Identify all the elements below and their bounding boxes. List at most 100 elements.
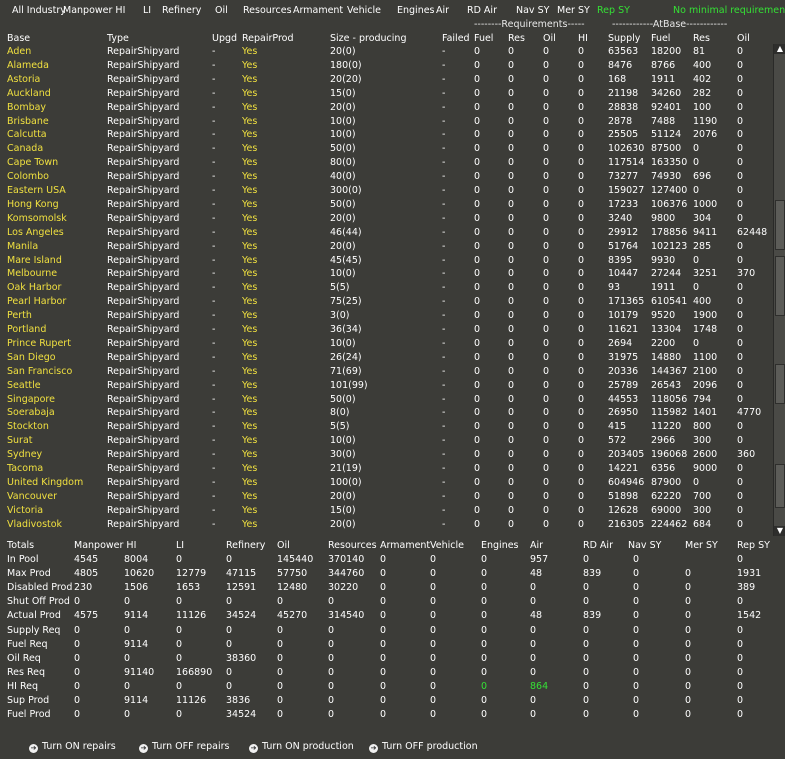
scrollbar-thumb[interactable] [775,364,785,404]
cell-base-name[interactable]: Vancouver [7,491,57,502]
cell-base-name[interactable]: Sydney [7,449,42,460]
cell-base-name[interactable]: Cape Town [7,157,58,168]
tab-oil[interactable]: Oil [215,5,228,16]
table-row[interactable]: Oak Harbor RepairShipyard - Yes 5(5) - 0 0 0 0 93 1… [0,282,772,296]
table-row[interactable]: Soerabaja RepairShipyard - Yes 8(0) - 0 0 0 0 2695… [0,407,772,421]
table-row[interactable]: United Kingdom RepairShipyard - Yes 100(0) - 0… [0,477,772,491]
tab-armament[interactable]: Armament [293,5,343,16]
table-row[interactable]: Eastern USA RepairShipyard - Yes 300(0) - 0 0 0 0… [0,185,772,199]
table-row[interactable]: Surat RepairShipyard - Yes 10(0) - 0 0 0 0 572 2966… [0,435,772,449]
column-header-failed[interactable]: Failed [442,33,470,44]
scrollbar-thumb[interactable] [775,200,785,250]
table-row[interactable]: Hong Kong RepairShipyard - Yes 50(0) - 0 0 0 0 172… [0,199,772,213]
table-row[interactable]: Tacoma RepairShipyard - Yes 21(19) - 0 0 0 0 14221… [0,463,772,477]
tab-nav-sy[interactable]: Nav SY [516,5,549,16]
scrollbar-thumb[interactable] [775,256,785,316]
table-row[interactable]: Canada RepairShipyard - Yes 50(0) - 0 0 0 0 102630… [0,143,772,157]
table-row[interactable]: San Diego RepairShipyard - Yes 26(24) - 0 0 0 0 31… [0,352,772,366]
cell-base-name[interactable]: Prince Rupert [7,338,71,349]
cell-base-name[interactable]: Los Angeles [7,227,64,238]
table-row[interactable]: Pearl Harbor RepairShipyard - Yes 75(25) - 0 0 0… [0,296,772,310]
cell-base-name[interactable]: Soerabaja [7,407,55,418]
cell-base-name[interactable]: Eastern USA [7,185,66,196]
scrollbar-thumb[interactable] [775,464,785,508]
cell-base-name[interactable]: Tacoma [7,463,43,474]
table-row[interactable]: Cape Town RepairShipyard - Yes 80(0) - 0 0 0 0 117… [0,157,772,171]
table-row[interactable]: Komsomolsk RepairShipyard - Yes 20(0) - 0 0 0 0 32… [0,213,772,227]
tab-engines[interactable]: Engines [397,5,435,16]
table-row[interactable]: Seattle RepairShipyard - Yes 101(99) - 0 0 0 0 257… [0,380,772,394]
tab-vehicle[interactable]: Vehicle [347,5,381,16]
cell-base-name[interactable]: Calcutta [7,129,47,140]
table-row[interactable]: Vancouver RepairShipyard - Yes 20(0) - 0 0 0 0 518… [0,491,772,505]
cell-base-name[interactable]: Victoria [7,505,43,516]
cell-base-name[interactable]: San Francisco [7,366,72,377]
table-row[interactable]: Perth RepairShipyard - Yes 3(0) - 0 0 0 0 10179 952… [0,310,772,324]
tab-manpower-hi[interactable]: Manpower HI [63,5,125,16]
cell-base-name[interactable]: Pearl Harbor [7,296,66,307]
column-header-fuel[interactable]: Fuel [651,33,670,44]
table-row[interactable]: Sydney RepairShipyard - Yes 30(0) - 0 0 0 0 203405… [0,449,772,463]
cell-base-name[interactable]: Canada [7,143,43,154]
cell-base-name[interactable]: Oak Harbor [7,282,61,293]
cell-base-name[interactable]: Auckland [7,88,51,99]
table-row[interactable]: Prince Rupert RepairShipyard - Yes 10(0) - 0 0 0… [0,338,772,352]
tab-mer-sy[interactable]: Mer SY [557,5,590,16]
column-header-base[interactable]: Base [7,33,30,44]
table-row[interactable]: Auckland RepairShipyard - Yes 15(0) - 0 0 0 0 2119… [0,88,772,102]
cell-base-name[interactable]: Perth [7,310,32,321]
cell-base-name[interactable]: United Kingdom [7,477,83,488]
table-row[interactable]: Manila RepairShipyard - Yes 20(0) - 0 0 0 0 51764 1… [0,241,772,255]
tab-rd-air[interactable]: RD Air [467,5,497,16]
table-row[interactable]: Bombay RepairShipyard - Yes 20(0) - 0 0 0 0 28838 9… [0,102,772,116]
cell-base-name[interactable]: Singapore [7,394,55,405]
cell-base-name[interactable]: Vladivostok [7,519,62,530]
table-row[interactable]: Alameda RepairShipyard - Yes 180(0) - 0 0 0 0 8476… [0,60,772,74]
table-row[interactable]: Portland RepairShipyard - Yes 36(34) - 0 0 0 0 116… [0,324,772,338]
table-row[interactable]: Melbourne RepairShipyard - Yes 10(0) - 0 0 0 0 104… [0,268,772,282]
tab-resources[interactable]: Resources [243,5,292,16]
column-header-fuel[interactable]: Fuel [474,33,493,44]
table-row[interactable]: Brisbane RepairShipyard - Yes 10(0) - 0 0 0 0 2878… [0,116,772,130]
tab-refinery[interactable]: Refinery [162,5,201,16]
column-header-upgd[interactable]: Upgd [212,33,237,44]
table-row[interactable]: Calcutta RepairShipyard - Yes 10(0) - 0 0 0 0 2550… [0,129,772,143]
cell-base-name[interactable]: Bombay [7,102,46,113]
turn-turn-off-production-button[interactable]: ➔ Turn OFF production [369,741,478,753]
tab-li[interactable]: LI [143,5,151,16]
column-header-type[interactable]: Type [107,33,129,44]
cell-base-name[interactable]: Komsomolsk [7,213,67,224]
table-row[interactable]: Stockton RepairShipyard - Yes 5(5) - 0 0 0 0 415 11… [0,421,772,435]
cell-base-name[interactable]: Melbourne [7,268,57,279]
cell-base-name[interactable]: Mare Island [7,255,62,266]
table-row[interactable]: San Francisco RepairShipyard - Yes 71(69) - 0 0… [0,366,772,380]
column-header-oil[interactable]: Oil [543,33,556,44]
cell-base-name[interactable]: Manila [7,241,38,252]
cell-base-name[interactable]: San Diego [7,352,56,363]
cell-base-name[interactable]: Brisbane [7,116,49,127]
cell-base-name[interactable]: Astoria [7,74,40,85]
cell-base-name[interactable]: Colombo [7,171,49,182]
turn-turn-off-repairs-button[interactable]: ➔ Turn OFF repairs [139,741,229,753]
column-header-size-producing[interactable]: Size - producing [330,33,406,44]
column-header-repairprod[interactable]: RepairProd [242,33,294,44]
cell-base-name[interactable]: Aden [7,46,31,57]
turn-turn-on-production-button[interactable]: ➔ Turn ON production [249,741,354,753]
scroll-up-icon[interactable]: ▲ [774,44,785,54]
cell-base-name[interactable]: Portland [7,324,46,335]
cell-base-name[interactable]: Stockton [7,421,49,432]
table-row[interactable]: Los Angeles RepairShipyard - Yes 46(44) - 0 0 0 0… [0,227,772,241]
column-header-supply[interactable]: Supply [608,33,640,44]
column-header-hi[interactable]: HI [578,33,588,44]
table-row[interactable]: Mare Island RepairShipyard - Yes 45(45) - 0 0 0 0… [0,255,772,269]
tab-all-industry[interactable]: All Industry [12,5,66,16]
cell-base-name[interactable]: Seattle [7,380,41,391]
turn-turn-on-repairs-button[interactable]: ➔ Turn ON repairs [29,741,116,753]
column-header-res[interactable]: Res [693,33,710,44]
scroll-down-icon[interactable]: ▼ [774,526,785,536]
tab-air[interactable]: Air [436,5,449,16]
cell-base-name[interactable]: Hong Kong [7,199,59,210]
table-row[interactable]: Aden RepairShipyard - Yes 20(0) - 0 0 0 0 63563 182… [0,46,772,60]
column-header-oil[interactable]: Oil [737,33,750,44]
table-scrollbar[interactable]: ▲ ▼ [773,44,785,536]
